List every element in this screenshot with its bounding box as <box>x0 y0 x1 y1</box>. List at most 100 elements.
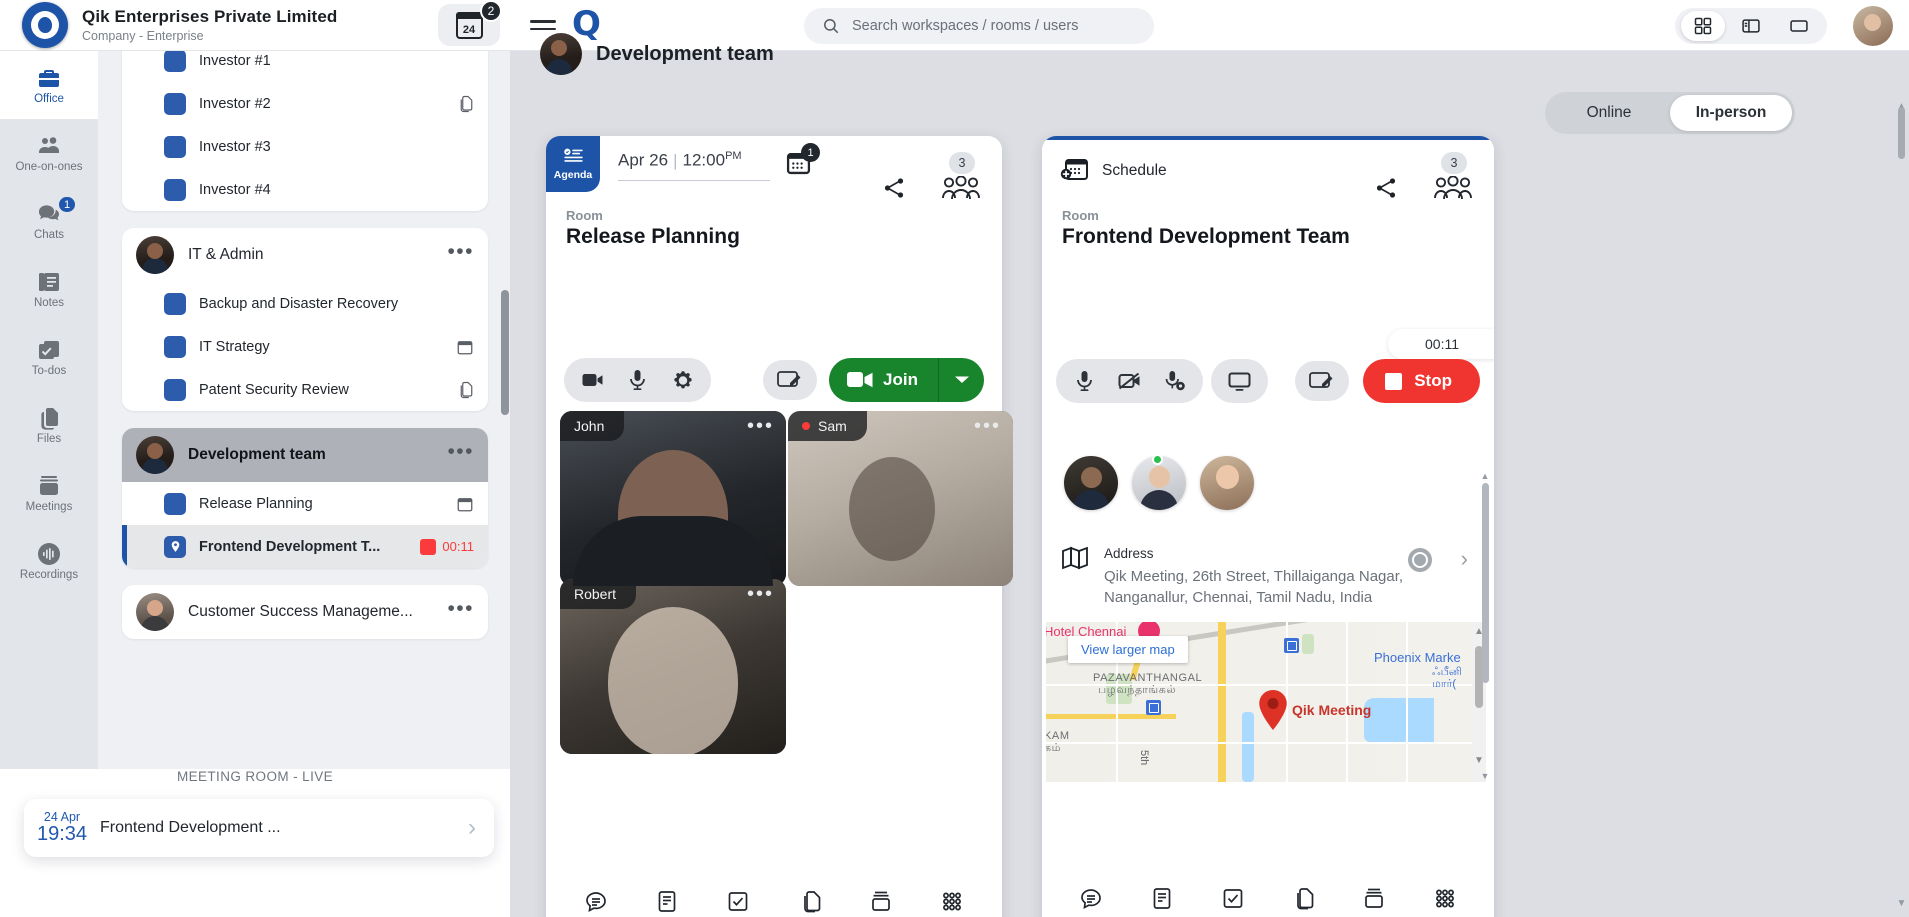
schedule-icon <box>1060 158 1088 184</box>
join-options-button[interactable] <box>938 358 984 402</box>
tab-in-person[interactable]: In-person <box>1670 95 1792 131</box>
avatar[interactable] <box>1064 456 1118 510</box>
map-marker-icon[interactable] <box>1258 690 1288 730</box>
schedule-calendar-button[interactable]: 1 <box>786 150 811 180</box>
settings-icon[interactable] <box>660 360 705 400</box>
room-item[interactable]: Investor #1 <box>122 51 488 82</box>
tab-chat[interactable]: Chat <box>1060 886 1122 917</box>
single-view-button[interactable] <box>1777 11 1821 41</box>
tab-apps[interactable]: Apps <box>1414 886 1476 917</box>
share-icon[interactable] <box>1374 176 1398 205</box>
room-item[interactable]: IT Strategy <box>122 325 488 368</box>
tile-menu-icon[interactable]: ••• <box>747 415 774 438</box>
location-map[interactable]: Hotel Chennai View larger map PAZAVANTHA… <box>1046 622 1486 782</box>
avatar[interactable] <box>1200 456 1254 510</box>
card-scrollbar[interactable]: ▲ ▼ <box>1480 471 1490 781</box>
room-item[interactable]: Patent Security Review <box>122 368 488 411</box>
tab-todos[interactable]: To-Dos <box>1202 886 1264 917</box>
calendar-button[interactable]: 24 2 <box>438 4 500 46</box>
video-off-icon[interactable] <box>1107 361 1152 401</box>
chevron-right-icon[interactable]: › <box>1461 548 1468 570</box>
sidebar-item-one-on-ones[interactable]: One-on-ones <box>0 119 98 187</box>
video-tile[interactable]: Robert ••• <box>560 579 786 754</box>
group-menu-icon[interactable]: ••• <box>447 609 474 615</box>
grid-view-button[interactable] <box>1681 11 1725 41</box>
video-icon[interactable] <box>570 360 615 400</box>
files-icon[interactable] <box>456 381 474 399</box>
note-button[interactable] <box>763 360 817 400</box>
room-item-active[interactable]: Frontend Development T... 00:11 <box>122 525 488 568</box>
tab-apps[interactable]: Apps <box>921 889 983 917</box>
sidebar-item-office[interactable]: Office <box>0 51 98 119</box>
group-header-selected[interactable]: Development team ••• <box>122 428 488 482</box>
room-item[interactable]: Release Planning <box>122 482 488 525</box>
split-view-button[interactable] <box>1729 11 1773 41</box>
sidebar-item-recordings[interactable]: Recordings <box>0 527 98 595</box>
group-menu-icon[interactable]: ••• <box>447 452 474 458</box>
live-indicator: 00:11 <box>420 539 474 555</box>
scroll-up-icon[interactable]: ▲ <box>1480 471 1490 481</box>
tile-menu-icon[interactable]: ••• <box>747 583 774 606</box>
join-button[interactable]: Join <box>829 358 938 402</box>
room-item[interactable]: Investor #2 <box>122 82 488 125</box>
sidebar-item-files[interactable]: Files <box>0 391 98 459</box>
tab-todos[interactable]: To-Dos <box>707 889 769 917</box>
mic-icon[interactable] <box>1062 361 1107 401</box>
history-clock-icon[interactable] <box>1408 548 1432 572</box>
mic-icon[interactable] <box>615 360 660 400</box>
share-icon[interactable] <box>882 176 906 205</box>
group-label: IT & Admin <box>188 246 433 264</box>
map-label-phoenix-tamil-2: மார்( <box>1432 678 1456 692</box>
user-avatar[interactable] <box>1853 6 1893 46</box>
tab-files[interactable]: Files <box>779 889 841 917</box>
mic-settings-icon[interactable] <box>1152 361 1197 401</box>
tab-chat[interactable]: Chat <box>565 889 627 917</box>
group-header[interactable]: Customer Success Manageme... ••• <box>122 585 488 639</box>
agenda-button[interactable]: Agenda <box>546 136 600 192</box>
sidebar-item-notes[interactable]: Notes <box>0 255 98 323</box>
tree-scrollbar-thumb[interactable] <box>501 290 509 415</box>
stage-scrollbar[interactable]: ▲ ▼ <box>1896 107 1907 909</box>
scroll-down-icon[interactable]: ▼ <box>1480 771 1490 781</box>
note-button[interactable] <box>1295 361 1349 401</box>
scroll-down-icon[interactable]: ▼ <box>1896 898 1907 909</box>
tab-meetings[interactable]: Meetings <box>850 889 912 917</box>
room-item[interactable]: Investor #3 <box>122 125 488 168</box>
search-input[interactable]: Search workspaces / rooms / users <box>804 8 1154 44</box>
room-item[interactable]: Backup and Disaster Recovery <box>122 282 488 325</box>
room-item[interactable]: Investor #4 <box>122 168 488 211</box>
calendar-icon[interactable] <box>456 495 474 513</box>
stage-scrollbar-thumb[interactable] <box>1898 107 1905 159</box>
meeting-datetime[interactable]: Apr 26|12:00PM <box>618 150 770 181</box>
tile-menu-icon[interactable]: ••• <box>974 415 1001 438</box>
tree-scrollbar[interactable] <box>500 60 510 660</box>
group-label: Development team <box>188 446 433 464</box>
room-tree: Investor #1 Investor #2 Investor #3 Inve… <box>98 51 510 659</box>
group-header[interactable]: IT & Admin ••• <box>122 228 488 282</box>
address-block: Address Qik Meeting, 26th Street, Thilla… <box>1062 546 1478 609</box>
calendar-day: 24 <box>463 24 475 36</box>
calendar-icon[interactable] <box>456 338 474 356</box>
tab-notes[interactable]: Notes <box>1131 886 1193 917</box>
video-tile[interactable]: John ••• <box>560 411 786 586</box>
files-icon[interactable] <box>456 95 474 113</box>
tab-notes[interactable]: Notes <box>636 889 698 917</box>
stop-button[interactable]: Stop <box>1363 359 1480 403</box>
tab-meetings[interactable]: Meetings <box>1343 886 1405 917</box>
live-meeting-card[interactable]: 24 Apr 19:34 Frontend Development ... › <box>24 799 494 857</box>
participants-icon[interactable] <box>1434 176 1472 206</box>
screen-icon[interactable] <box>1217 361 1262 401</box>
card-scrollbar-thumb[interactable] <box>1482 483 1489 683</box>
tab-online[interactable]: Online <box>1548 95 1670 131</box>
view-larger-map-link[interactable]: View larger map <box>1068 636 1188 663</box>
recording-square-icon <box>420 539 436 555</box>
schedule-row[interactable]: Schedule <box>1060 158 1167 184</box>
room-group-customer-success: Customer Success Manageme... ••• <box>122 585 488 639</box>
sidebar-item-chats[interactable]: 1 Chats <box>0 187 98 255</box>
group-menu-icon[interactable]: ••• <box>447 252 474 258</box>
video-tile[interactable]: Sam ••• <box>788 411 1013 586</box>
participants-icon[interactable] <box>942 176 980 206</box>
sidebar-item-meetings[interactable]: Meetings <box>0 459 98 527</box>
tab-files[interactable]: Files <box>1272 886 1334 917</box>
sidebar-item-todos[interactable]: To-dos <box>0 323 98 391</box>
